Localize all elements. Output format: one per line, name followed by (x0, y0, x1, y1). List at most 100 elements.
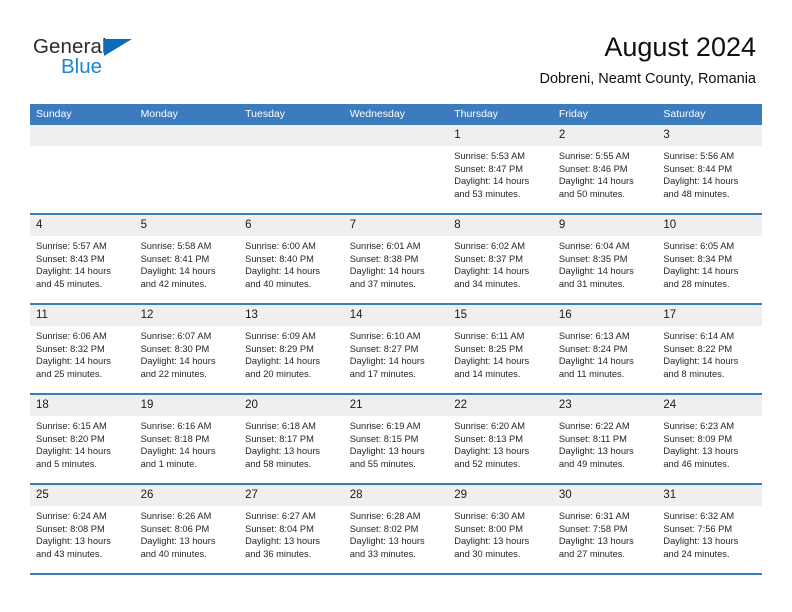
day-detail-line: and 5 minutes. (36, 458, 97, 469)
calendar-day-cell[interactable]: 5 Sunrise: 5:58 AM Sunset: 8:41 PM Daylight… (134, 214, 240, 305)
day-cell-inner: 17 Sunrise: 6:14 AM Sunset: 8:22 PM Dayligh… (657, 305, 762, 393)
day-detail-line: Daylight: 13 hours (558, 536, 634, 547)
day-number-band: 17 (657, 305, 762, 326)
calendar-day-cell[interactable]: 24 Sunrise: 6:23 AM Sunset: 8:09 PM Dayligh… (657, 394, 762, 485)
day-detail-line: Sunset: 8:18 PM (140, 433, 210, 444)
day-detail-line: and 53 minutes. (454, 188, 521, 199)
day-detail-line: Sunset: 8:25 PM (454, 343, 523, 354)
calendar-day-cell[interactable]: 11 Sunrise: 6:06 AM Sunset: 8:32 PM Dayligh… (30, 304, 135, 395)
day-detail-line: Sunset: 8:06 PM (140, 523, 210, 534)
day-detail-line: Daylight: 14 hours (454, 266, 530, 277)
day-detail-line: Daylight: 14 hours (558, 176, 634, 187)
day-detail-line: and 52 minutes. (454, 458, 521, 469)
day-cell-details: Sunrise: 5:56 AM Sunset: 8:44 PM Daylight:… (657, 146, 762, 200)
day-detail-line: and 36 minutes. (245, 548, 312, 559)
day-number-band: 4 (30, 215, 135, 236)
day-detail-line: Daylight: 14 hours (349, 266, 425, 277)
day-detail-line: Daylight: 13 hours (245, 536, 321, 547)
day-detail-line: and 49 minutes. (558, 458, 625, 469)
calendar-day-cell[interactable]: 7 Sunrise: 6:01 AM Sunset: 8:38 PM Daylight… (343, 214, 449, 305)
day-number: 15 (454, 309, 468, 321)
day-detail-line: Sunrise: 6:05 AM (663, 241, 735, 251)
day-number-band: 27 (239, 485, 344, 506)
day-cell-inner (343, 125, 449, 213)
calendar-day-cell[interactable]: 22 Sunrise: 6:20 AM Sunset: 8:13 PM Dayligh… (448, 394, 553, 485)
day-detail-line: Sunset: 8:37 PM (454, 253, 523, 264)
day-number: 3 (663, 129, 670, 141)
calendar-day-cell[interactable]: 31 Sunrise: 6:32 AM Sunset: 7:56 PM Dayligh… (657, 484, 762, 575)
calendar-day-cell[interactable]: 18 Sunrise: 6:15 AM Sunset: 8:20 PM Dayligh… (30, 394, 135, 485)
day-detail-line: Sunset: 8:32 PM (36, 343, 105, 354)
calendar-day-cell[interactable]: 13 Sunrise: 6:09 AM Sunset: 8:29 PM Dayligh… (239, 304, 344, 395)
day-number: 28 (349, 489, 363, 501)
day-cell-details: Sunrise: 6:07 AM Sunset: 8:30 PM Daylight:… (135, 326, 240, 380)
day-detail-line: Sunrise: 6:01 AM (349, 241, 421, 251)
day-detail-line: Daylight: 14 hours (36, 266, 111, 277)
day-detail-line: Sunrise: 6:19 AM (349, 421, 421, 431)
day-detail-line: Sunrise: 6:23 AM (663, 421, 735, 431)
day-detail-line: and 34 minutes. (454, 278, 521, 289)
day-number: 8 (454, 219, 461, 231)
day-detail-line: Sunrise: 6:00 AM (245, 241, 316, 251)
day-number-band: 20 (239, 395, 344, 416)
day-number: 7 (349, 219, 357, 231)
calendar-day-cell[interactable]: 3 Sunrise: 5:56 AM Sunset: 8:44 PM Daylight… (657, 125, 762, 215)
calendar-day-cell[interactable]: 6 Sunrise: 6:00 AM Sunset: 8:40 PM Daylight… (239, 214, 344, 305)
calendar-day-cell[interactable]: 20 Sunrise: 6:18 AM Sunset: 8:17 PM Dayligh… (239, 394, 344, 485)
day-number-band (239, 125, 344, 146)
calendar-day-cell[interactable]: 8 Sunrise: 6:02 AM Sunset: 8:37 PM Daylight… (448, 214, 553, 305)
day-cell-details: Sunrise: 6:24 AM Sunset: 8:08 PM Daylight:… (30, 506, 135, 560)
day-detail-line: Sunrise: 6:07 AM (140, 331, 212, 341)
day-number-band: 30 (552, 485, 658, 506)
calendar-day-cell[interactable]: 15 Sunrise: 6:11 AM Sunset: 8:25 PM Dayligh… (448, 304, 553, 395)
day-detail-line: Sunrise: 6:32 AM (663, 511, 735, 521)
day-detail-line: Sunset: 8:43 PM (36, 253, 105, 264)
calendar-day-cell[interactable]: 27 Sunrise: 6:27 AM Sunset: 8:04 PM Dayligh… (239, 484, 344, 575)
day-cell-details: Sunrise: 6:04 AM Sunset: 8:35 PM Daylight:… (553, 236, 658, 290)
weekday-header-tuesday: Tuesday (239, 104, 344, 125)
day-detail-line: Daylight: 13 hours (663, 446, 739, 457)
calendar-day-cell[interactable]: 28 Sunrise: 6:28 AM Sunset: 8:02 PM Dayligh… (343, 484, 449, 575)
calendar-day-cell[interactable]: 23 Sunrise: 6:22 AM Sunset: 8:11 PM Dayligh… (552, 394, 658, 485)
day-cell-details (239, 146, 344, 150)
day-cell-details: Sunrise: 6:14 AM Sunset: 8:22 PM Daylight:… (657, 326, 762, 380)
calendar-day-cell[interactable]: 26 Sunrise: 6:26 AM Sunset: 8:06 PM Dayligh… (134, 484, 240, 575)
day-detail-line: Sunset: 8:27 PM (349, 343, 419, 354)
day-cell-inner: 16 Sunrise: 6:13 AM Sunset: 8:24 PM Dayligh… (552, 305, 658, 393)
calendar-day-cell[interactable]: 25 Sunrise: 6:24 AM Sunset: 8:08 PM Dayligh… (30, 484, 135, 575)
day-detail-line: Sunset: 8:46 PM (558, 163, 628, 174)
calendar-day-cell[interactable]: 16 Sunrise: 6:13 AM Sunset: 8:24 PM Dayligh… (552, 304, 658, 395)
weekday-header-sunday: Sunday (30, 104, 135, 125)
day-cell-inner (239, 125, 344, 213)
calendar-day-cell[interactable]: 29 Sunrise: 6:30 AM Sunset: 8:00 PM Dayligh… (448, 484, 553, 575)
day-detail-line: Sunset: 8:24 PM (558, 343, 628, 354)
calendar-day-cell[interactable]: 17 Sunrise: 6:14 AM Sunset: 8:22 PM Dayligh… (657, 304, 762, 395)
day-cell-inner: 22 Sunrise: 6:20 AM Sunset: 8:13 PM Dayligh… (448, 395, 553, 483)
calendar-day-cell[interactable]: 14 Sunrise: 6:10 AM Sunset: 8:27 PM Dayligh… (343, 304, 449, 395)
day-cell-inner: 15 Sunrise: 6:11 AM Sunset: 8:25 PM Dayligh… (448, 305, 553, 393)
calendar-day-cell[interactable]: 12 Sunrise: 6:07 AM Sunset: 8:30 PM Dayligh… (134, 304, 240, 395)
calendar-day-cell[interactable]: 1 Sunrise: 5:53 AM Sunset: 8:47 PM Daylight… (448, 125, 553, 215)
calendar-day-cell[interactable]: 10 Sunrise: 6:05 AM Sunset: 8:34 PM Dayligh… (657, 214, 762, 305)
day-detail-line: and 1 minute. (140, 458, 197, 469)
day-cell-inner: 28 Sunrise: 6:28 AM Sunset: 8:02 PM Dayligh… (343, 485, 449, 573)
day-cell-details: Sunrise: 6:28 AM Sunset: 8:02 PM Daylight:… (344, 506, 449, 560)
logo-text-blue: Blue (61, 55, 103, 78)
calendar-day-cell[interactable]: 2 Sunrise: 5:55 AM Sunset: 8:46 PM Daylight… (552, 125, 658, 215)
calendar-day-cell[interactable]: 21 Sunrise: 6:19 AM Sunset: 8:15 PM Dayligh… (343, 394, 449, 485)
calendar-week-row: 18 Sunrise: 6:15 AM Sunset: 8:20 PM Dayligh… (30, 394, 762, 485)
calendar-day-cell[interactable]: 9 Sunrise: 6:04 AM Sunset: 8:35 PM Daylight… (552, 214, 658, 305)
day-cell-inner: 24 Sunrise: 6:23 AM Sunset: 8:09 PM Dayligh… (657, 395, 762, 483)
day-number-band: 21 (343, 395, 449, 416)
day-detail-line: Daylight: 13 hours (36, 536, 111, 547)
day-detail-line: Sunrise: 6:10 AM (349, 331, 421, 341)
day-cell-details (135, 146, 240, 150)
calendar-day-cell[interactable]: 4 Sunrise: 5:57 AM Sunset: 8:43 PM Daylight… (30, 214, 135, 305)
day-number-band: 25 (30, 485, 135, 506)
calendar-day-cell[interactable]: 19 Sunrise: 6:16 AM Sunset: 8:18 PM Dayligh… (134, 394, 240, 485)
day-number: 19 (140, 399, 154, 411)
day-cell-details (30, 146, 135, 150)
day-detail-line: and 58 minutes. (245, 458, 312, 469)
day-detail-line: Sunrise: 6:14 AM (663, 331, 735, 341)
calendar-day-cell[interactable]: 30 Sunrise: 6:31 AM Sunset: 7:58 PM Dayligh… (552, 484, 658, 575)
